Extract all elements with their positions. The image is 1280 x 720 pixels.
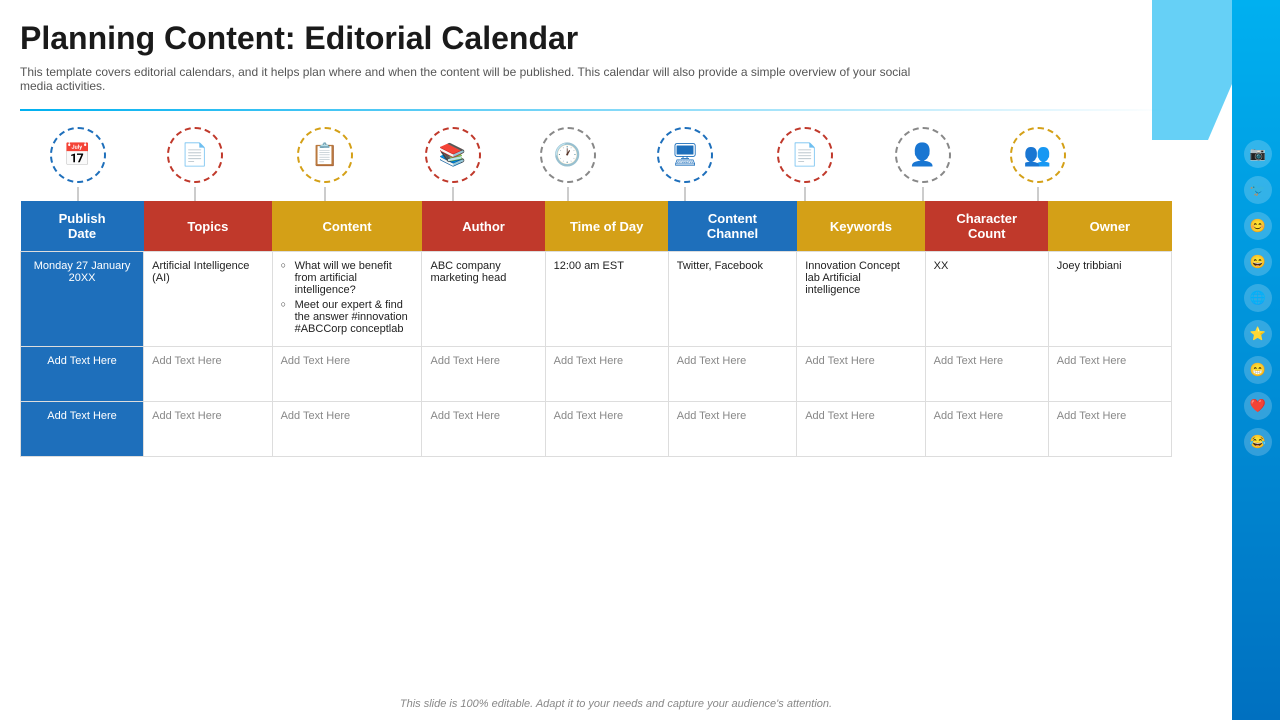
- team-icon: 👥: [1010, 127, 1066, 183]
- icon-stem-3: [324, 187, 326, 201]
- cell-channel-2: Add Text Here: [668, 347, 796, 402]
- page-title: Planning Content: Editorial Calendar: [20, 20, 1172, 57]
- cell-author-1: ABC company marketing head: [422, 252, 545, 347]
- topics-icon-cell: 📄: [135, 127, 255, 201]
- cell-author-3: Add Text Here: [422, 402, 545, 457]
- keywords-icon-cell: 📄: [745, 127, 865, 201]
- person-icon: 👤: [895, 127, 951, 183]
- header-publish-date: PublishDate: [21, 201, 144, 252]
- twitter-icon: 🐦: [1244, 176, 1272, 204]
- cell-publish-date-3: Add Text Here: [21, 402, 144, 457]
- header-channel: ContentChannel: [668, 201, 796, 252]
- cell-author-2: Add Text Here: [422, 347, 545, 402]
- cell-time-1: 12:00 am EST: [545, 252, 668, 347]
- author-icon-cell: 📚: [395, 127, 510, 201]
- icon-stem-1: [77, 187, 79, 201]
- footer-text: This slide is 100% editable. Adapt it to…: [0, 698, 1232, 710]
- header-owner: Owner: [1048, 201, 1171, 252]
- icon-stem-4: [452, 187, 454, 201]
- cell-owner-3: Add Text Here: [1048, 402, 1171, 457]
- cell-publish-date-1: Monday 27 January 20XX: [21, 252, 144, 347]
- editorial-calendar-table: PublishDate Topics Content Author Time o…: [20, 201, 1172, 457]
- cell-keywords-3: Add Text Here: [797, 402, 925, 457]
- header-author: Author: [422, 201, 545, 252]
- header-topics: Topics: [144, 201, 272, 252]
- laugh-icon: 😄: [1244, 248, 1272, 276]
- cell-time-2: Add Text Here: [545, 347, 668, 402]
- title-divider: [20, 109, 1172, 111]
- cell-topics-2: Add Text Here: [144, 347, 272, 402]
- icon-stem-6: [684, 187, 686, 201]
- header-time: Time of Day: [545, 201, 668, 252]
- topics-icon: 📄: [167, 127, 223, 183]
- keywords-icon: 📄: [777, 127, 833, 183]
- table-row: Monday 27 January 20XX Artificial Intell…: [21, 252, 1172, 347]
- bullet-2: Meet our expert & find the answer #innov…: [281, 299, 414, 335]
- time-icon-cell: 🕐: [510, 127, 625, 201]
- column-icons-row: 📅 📄 📋 📚 🕐 🖥 📄 👤: [20, 127, 1172, 201]
- emoji2-icon: 😁: [1244, 356, 1272, 384]
- icon-stem-2: [194, 187, 196, 201]
- table-header-row: PublishDate Topics Content Author Time o…: [21, 201, 1172, 252]
- cell-keywords-2: Add Text Here: [797, 347, 925, 402]
- author-icon: 📚: [425, 127, 481, 183]
- owner-icon-cell: 👥: [980, 127, 1095, 201]
- cell-content-2: Add Text Here: [272, 347, 422, 402]
- monitor-icon: 🖥: [657, 127, 713, 183]
- table-row: Add Text Here Add Text Here Add Text Her…: [21, 347, 1172, 402]
- social-icons-column: 📷 🐦 😊 😄 🌐 ⭐ 😁 ❤️ 😂: [1244, 140, 1272, 456]
- table-row: Add Text Here Add Text Here Add Text Her…: [21, 402, 1172, 457]
- star-icon: ⭐: [1244, 320, 1272, 348]
- icon-stem-9: [1037, 187, 1039, 201]
- icon-stem-7: [804, 187, 806, 201]
- cell-owner-2: Add Text Here: [1048, 347, 1171, 402]
- heart-icon: ❤️: [1244, 392, 1272, 420]
- haha-icon: 😂: [1244, 428, 1272, 456]
- icon-stem-8: [922, 187, 924, 201]
- cell-owner-1: Joey tribbiani: [1048, 252, 1171, 347]
- right-decorative-bar: 📷 🐦 😊 😄 🌐 ⭐ 😁 ❤️ 😂: [1232, 0, 1280, 720]
- cell-charcount-1: XX: [925, 252, 1048, 347]
- cell-keywords-1: Innovation Concept lab Artificial intell…: [797, 252, 925, 347]
- header-charcount: CharacterCount: [925, 201, 1048, 252]
- cell-content-1: What will we benefit from artificial int…: [272, 252, 422, 347]
- cell-channel-1: Twitter, Facebook: [668, 252, 796, 347]
- bullet-1: What will we benefit from artificial int…: [281, 260, 414, 296]
- content-icon: 📋: [297, 127, 353, 183]
- cell-topics-1: Artificial Intelligence (AI): [144, 252, 272, 347]
- cell-charcount-3: Add Text Here: [925, 402, 1048, 457]
- content-icon-cell: 📋: [255, 127, 395, 201]
- cell-publish-date-2: Add Text Here: [21, 347, 144, 402]
- header-content: Content: [272, 201, 422, 252]
- publish-date-icon-cell: 📅: [20, 127, 135, 201]
- cell-topics-3: Add Text Here: [144, 402, 272, 457]
- globe-icon: 🌐: [1244, 284, 1272, 312]
- smile-icon: 😊: [1244, 212, 1272, 240]
- cell-time-3: Add Text Here: [545, 402, 668, 457]
- instagram-icon: 📷: [1244, 140, 1272, 168]
- header-keywords: Keywords: [797, 201, 925, 252]
- cell-charcount-2: Add Text Here: [925, 347, 1048, 402]
- cell-channel-3: Add Text Here: [668, 402, 796, 457]
- icon-stem-5: [567, 187, 569, 201]
- charcount-icon-cell: 👤: [865, 127, 980, 201]
- cell-content-3: Add Text Here: [272, 402, 422, 457]
- page-subtitle: This template covers editorial calendars…: [20, 65, 920, 93]
- calendar-icon: 📅: [50, 127, 106, 183]
- clock-icon: 🕐: [540, 127, 596, 183]
- channel-icon-cell: 🖥: [625, 127, 745, 201]
